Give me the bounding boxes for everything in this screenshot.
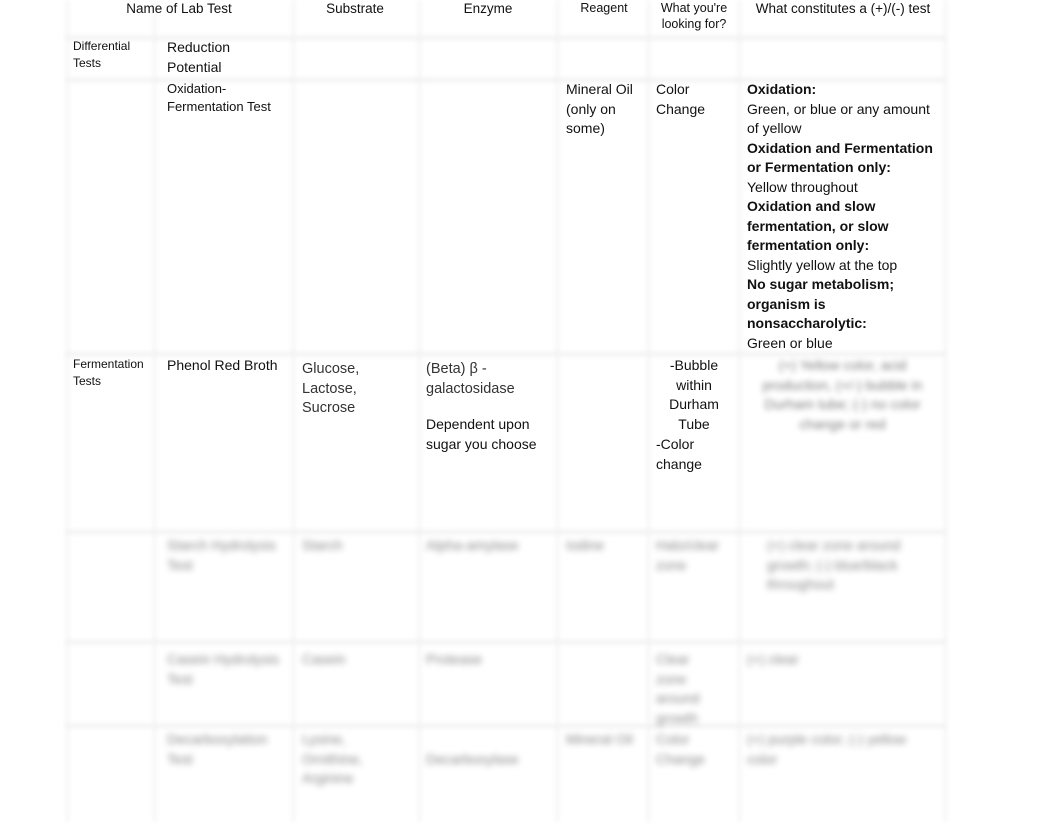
test-name-obscured: Decarboxylation Test — [167, 731, 268, 767]
result-phenol-red-obscured: (+) Yellow color, acid production, (+/-)… — [762, 357, 923, 432]
enzyme-obscured: Decarboxylase — [426, 751, 519, 767]
header-enzyme: Enzyme — [463, 1, 513, 16]
result-text: Yellow throughout — [747, 178, 858, 195]
result-text: Green or blue — [747, 334, 833, 351]
category-fermentation-tests: Fermentation Tests — [73, 357, 144, 388]
obscured-content: Starch Hydrolysis Test Starch Alpha-amyl… — [0, 528, 1062, 828]
enzyme-obscured: Alpha-amylase — [426, 537, 519, 553]
header-looking-for: What you're looking for? — [660, 1, 728, 31]
substrate-sugars: Glucose, Lactose, Sucrose — [302, 361, 360, 416]
looking-for-obscured: Clear zone around growth — [656, 651, 700, 726]
test-name-phenol-red-broth: Phenol Red Broth — [167, 357, 278, 373]
result-obscured: (+) purple color; (-) yellow color — [747, 731, 907, 767]
enzyme-obscured: Protease — [426, 651, 483, 667]
result-obscured: (+) clear — [747, 651, 799, 667]
document-page: Name of Lab Test Substrate Enzyme Reagen… — [0, 0, 1062, 822]
reagent-mineral-oil: Mineral Oil (only on some) — [566, 81, 633, 136]
category-differential-tests: Differential Tests — [73, 39, 131, 70]
test-name-obscured: Casein Hydrolysis Test — [167, 651, 280, 687]
test-name-reduction-potential: Reduction Potential — [167, 39, 231, 75]
reagent-obscured: Mineral Oil — [566, 731, 633, 747]
looking-for-color-change: -Color change — [656, 436, 702, 472]
reagent-obscured: Iodine — [566, 537, 605, 553]
result-label: Oxidation and Fermentation or Fermentati… — [747, 139, 933, 176]
result-text: Slightly yellow at the top — [747, 256, 898, 273]
test-name-oxidation-fermentation: Oxidation-Fermentation Test — [167, 81, 271, 114]
header-substrate: Substrate — [326, 1, 384, 16]
result-text: Green, or blue or any amount of yellow — [747, 100, 930, 137]
header-result: What constitutes a (+)/(-) test — [755, 1, 931, 16]
looking-for-bubble: -Bubble within Durham Tube — [669, 357, 719, 432]
header-name-of-lab-test: Name of Lab Test — [126, 1, 232, 16]
substrate-obscured: Casein — [302, 651, 346, 667]
looking-for-color-change: Color Change — [656, 81, 706, 117]
looking-for-obscured: Halo/clear zone — [656, 537, 720, 573]
result-obscured: (+) clear zone around growth; (-) blue/b… — [767, 537, 901, 592]
result-label: No sugar metabolism; organism is nonsacc… — [747, 276, 895, 331]
result-oxidation-fermentation: Oxidation: Green, or blue or any amount … — [747, 80, 942, 353]
enzyme-note: Dependent upon sugar you choose — [426, 416, 537, 452]
test-name-obscured: Starch Hydrolysis Test — [167, 537, 276, 573]
result-label: Oxidation: — [747, 81, 817, 97]
looking-for-obscured: Color Change — [656, 731, 706, 767]
substrate-obscured: Lysine, Ornithine, Arginine — [302, 731, 363, 786]
substrate-obscured: Starch — [302, 537, 343, 553]
header-reagent: Reagent — [580, 1, 628, 15]
result-label: Oxidation and slow fermentation, or slow… — [747, 198, 889, 253]
enzyme-beta-galactosidase: (Beta) β - galactosidase — [426, 361, 515, 397]
